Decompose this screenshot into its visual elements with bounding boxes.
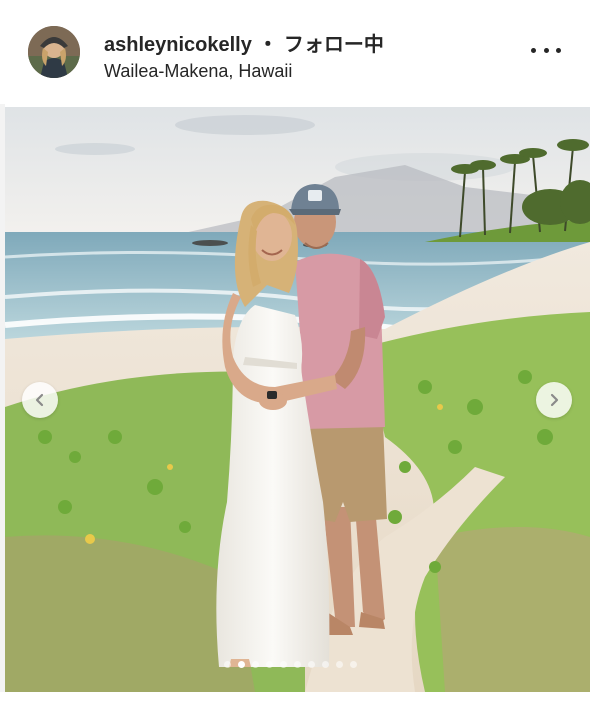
username-link[interactable]: ashleynicokelly: [104, 34, 252, 56]
carousel-dot: [294, 661, 301, 668]
carousel-dot: [238, 661, 245, 668]
carousel-prev-button[interactable]: [22, 382, 58, 418]
instagram-post-card: ashleynicokelly ・フォロー中 Wailea-Makena, Haw…: [0, 0, 597, 701]
more-options-icon[interactable]: [531, 40, 561, 60]
follow-status[interactable]: フォロー中: [284, 34, 384, 56]
chevron-left-icon: [35, 393, 44, 407]
more-dot: [543, 47, 549, 53]
post-photo[interactable]: [5, 107, 590, 692]
location-link[interactable]: Wailea-Makena, Hawaii: [104, 61, 292, 82]
carousel-dot: [308, 661, 315, 668]
carousel-dot: [252, 661, 259, 668]
post-header: ashleynicokelly ・フォロー中 Wailea-Makena, Haw…: [0, 0, 597, 104]
bottom-strip: [0, 692, 597, 701]
avatar-image: [28, 26, 80, 78]
carousel-dot: [336, 661, 343, 668]
beach-couple-photo: [5, 107, 590, 692]
carousel-dot: [322, 661, 329, 668]
separator: ・: [257, 34, 278, 56]
profile-avatar[interactable]: [28, 26, 80, 78]
carousel-dot: [280, 661, 287, 668]
username-line: ashleynicokelly ・フォロー中: [104, 28, 384, 57]
more-dot: [556, 47, 561, 53]
carousel-dot: [350, 661, 357, 668]
more-dot: [531, 47, 536, 53]
carousel-indicator: [224, 661, 357, 668]
carousel-next-button[interactable]: [536, 382, 572, 418]
chevron-right-icon: [550, 393, 559, 407]
carousel-dot: [266, 661, 273, 668]
carousel-dot: [224, 661, 231, 668]
